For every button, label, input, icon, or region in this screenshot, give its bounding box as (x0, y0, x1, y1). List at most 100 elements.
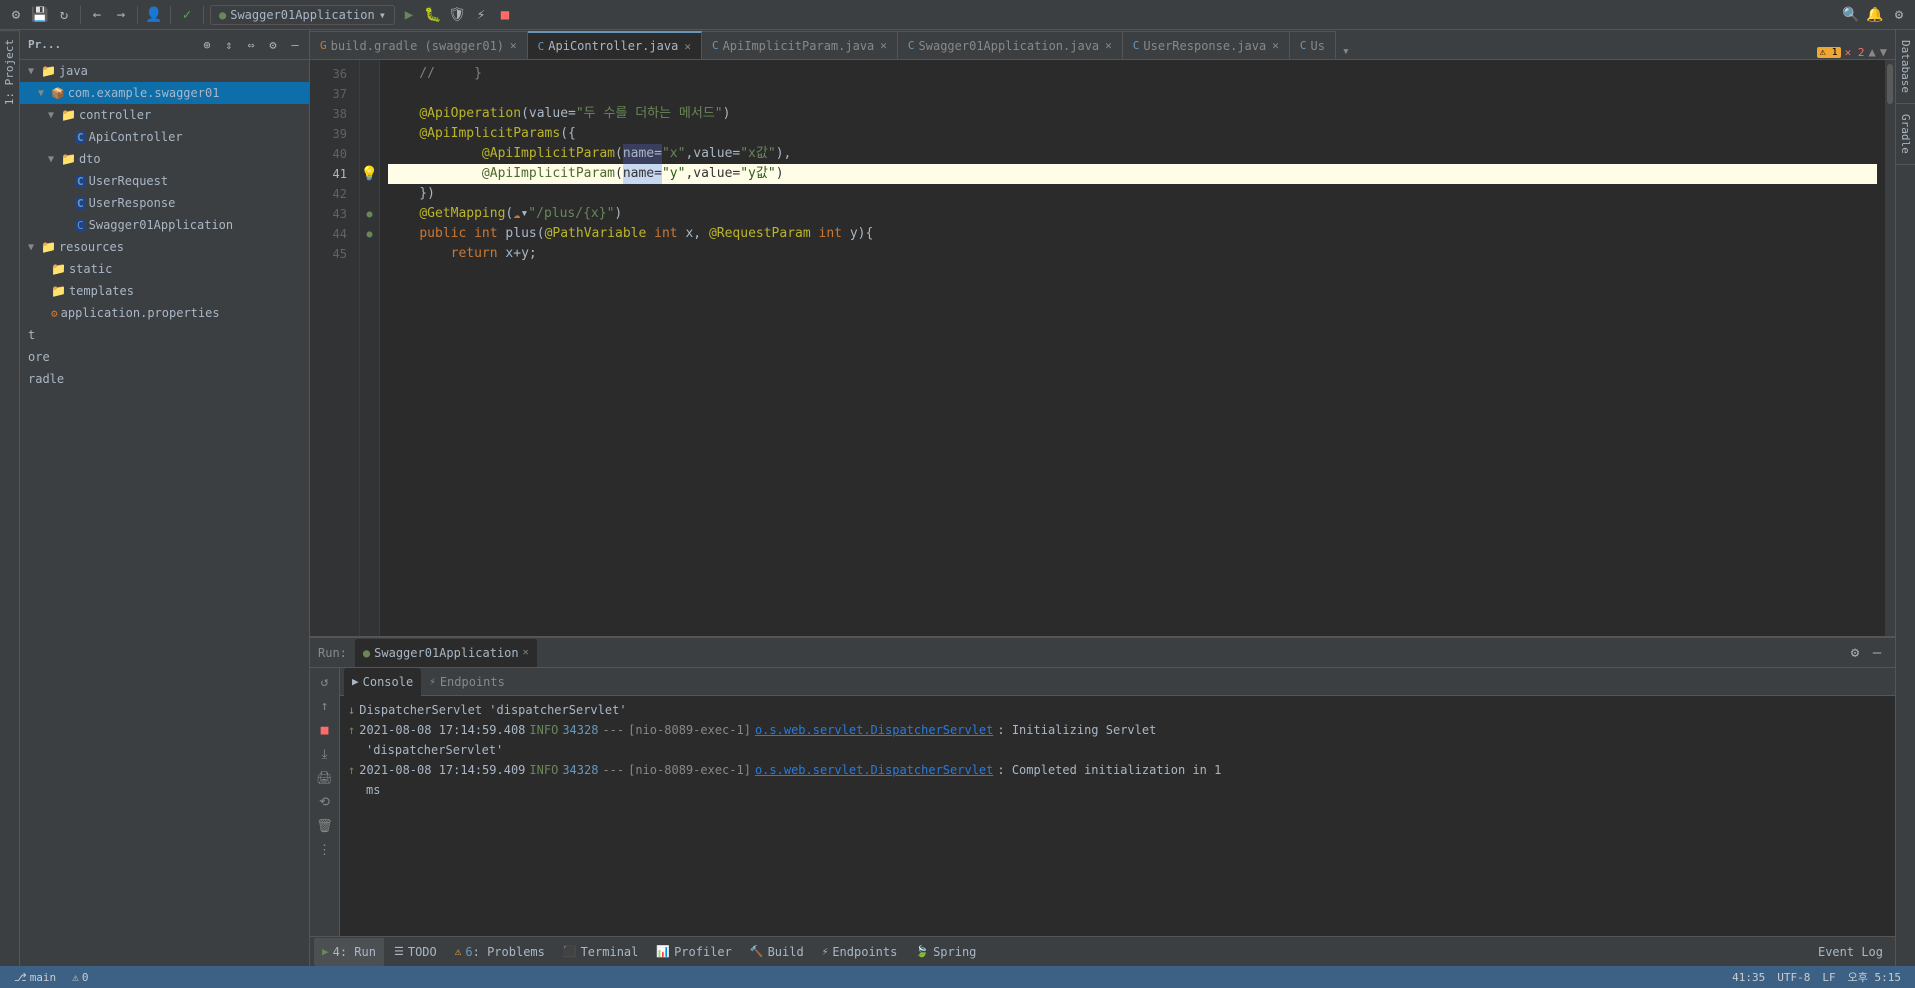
tab-apiimplicitparam[interactable]: C ApiImplicitParam.java ✕ (702, 31, 898, 59)
status-warnings[interactable]: ⚠ 0 (66, 966, 94, 988)
status-encoding[interactable]: UTF-8 (1771, 971, 1816, 984)
run-tab-label: Swagger01Application (374, 646, 519, 660)
scroll-up-icon[interactable]: ↑ (315, 696, 335, 716)
trash-icon[interactable]: 🗑 (315, 816, 335, 836)
gutter-42 (360, 184, 379, 204)
console-line-5: ms (348, 780, 1887, 800)
tab-apicontroller[interactable]: C ApiController.java ✕ (528, 31, 702, 59)
tool-tab-terminal[interactable]: ⬛ Terminal (555, 938, 647, 966)
tool-tab-endpoints[interactable]: ⚡ Endpoints (814, 938, 906, 966)
run-icon[interactable]: ▶ (399, 5, 419, 25)
tree-item-userrequest[interactable]: C UserRequest (20, 170, 309, 192)
coverage-icon[interactable]: 🛡 (447, 5, 467, 25)
tool-tab-run[interactable]: ▶ 4: Run (314, 938, 384, 966)
project-close-icon[interactable]: — (285, 35, 305, 55)
console-tab-label: Console (363, 675, 414, 689)
more-tabs-button[interactable]: ▾ (1336, 44, 1356, 59)
run-config-selector[interactable]: ● Swagger01Application ▾ (210, 5, 395, 25)
search-icon[interactable]: 🔍 (1841, 5, 1861, 25)
tree-item-java[interactable]: ▼ 📁 java (20, 60, 309, 82)
back-icon[interactable]: ← (87, 5, 107, 25)
status-position[interactable]: 41:35 (1726, 971, 1771, 984)
tool-tab-eventlog[interactable]: Event Log (1810, 938, 1891, 966)
nav-up-icon[interactable]: ▲ (1869, 45, 1876, 59)
tree-item-package[interactable]: ▼ 📦 com.example.swagger01 (20, 82, 309, 104)
restart-icon[interactable]: ↺ (315, 672, 335, 692)
tree-item-app-properties[interactable]: ⚙ application.properties (20, 302, 309, 324)
tree-item-templates[interactable]: 📁 templates (20, 280, 309, 302)
tab-build-gradle[interactable]: G build.gradle (swagger01) ✕ (310, 31, 528, 59)
tool-tab-profiler[interactable]: 📊 Profiler (648, 938, 740, 966)
line-num-36: 36 (310, 64, 353, 84)
tab-close-apicontroller[interactable]: ✕ (684, 40, 691, 53)
tree-item-static[interactable]: 📁 static (20, 258, 309, 280)
tree-item-ore[interactable]: ore (20, 346, 309, 368)
spring-icon: 🍃 (915, 945, 929, 958)
settings-icon[interactable]: ⚙ (1889, 5, 1909, 25)
build-icon[interactable]: ⚙ (6, 5, 26, 25)
endpoints-icon: ⚡ (429, 675, 436, 688)
more-icon[interactable]: ⋮ (315, 840, 335, 860)
tab-swagger01app[interactable]: C Swagger01Application.java ✕ (898, 31, 1123, 59)
right-side-tabs: Database Gradle (1895, 30, 1915, 966)
tree-item-t[interactable]: t (20, 324, 309, 346)
tab-us[interactable]: C Us (1290, 31, 1336, 59)
editor-scrollbar[interactable] (1885, 60, 1895, 636)
code-content[interactable]: // } @ApiOperation (value= "두 수를 더하는 메서드… (380, 60, 1885, 636)
minimize-icon[interactable]: — (1867, 643, 1887, 663)
user-icon[interactable]: 👤 (144, 5, 164, 25)
tool-tab-todo[interactable]: ☰ TODO (386, 938, 445, 966)
status-linefeed[interactable]: LF (1816, 971, 1841, 984)
scroll-to-end-icon[interactable]: ⤓ (315, 744, 335, 764)
project-locate-icon[interactable]: ⊕ (197, 35, 217, 55)
debug-icon[interactable]: 🐛 (423, 5, 443, 25)
vcs-icon[interactable]: ✓ (177, 5, 197, 25)
tree-item-apicontroller[interactable]: C ApiController (20, 126, 309, 148)
tree-item-dto[interactable]: ▼ 📁 dto (20, 148, 309, 170)
gutter-43: ● (360, 204, 379, 224)
soft-wrap-icon[interactable]: ⟲ (315, 792, 335, 812)
tree-item-resources[interactable]: ▼ 📁 resources (20, 236, 309, 258)
run-tab-close[interactable]: ✕ (523, 647, 529, 658)
run-tab-swagger01app[interactable]: ● Swagger01Application ✕ (355, 639, 537, 667)
tool-tab-build[interactable]: 🔨 Build (742, 938, 812, 966)
stop-icon[interactable]: ■ (315, 720, 335, 740)
nav-down-icon[interactable]: ▼ (1880, 45, 1887, 59)
sync-icon[interactable]: ↻ (54, 5, 74, 25)
package-icon: 📦 (51, 87, 65, 100)
tree-item-userresponse[interactable]: C UserResponse (20, 192, 309, 214)
notification-icon[interactable]: 🔔 (1865, 5, 1885, 25)
tab-close-swagger01app[interactable]: ✕ (1105, 39, 1112, 52)
tab-close-apiimplicitparam[interactable]: ✕ (880, 39, 887, 52)
project-gear-icon[interactable]: ⚙ (263, 35, 283, 55)
tool-tab-problems[interactable]: ⚠ 6: Problems (447, 938, 553, 966)
right-tab-database[interactable]: Database (1896, 30, 1915, 104)
right-tab-gradle[interactable]: Gradle (1896, 104, 1915, 165)
tree-item-radle[interactable]: radle (20, 368, 309, 390)
tab-close-build[interactable]: ✕ (510, 39, 517, 52)
sidebar-item-project[interactable]: 1: Project (0, 30, 19, 113)
tab-userresponse[interactable]: C UserResponse.java ✕ (1123, 31, 1290, 59)
print-icon[interactable]: 🖨 (315, 768, 335, 788)
tree-item-controller[interactable]: ▼ 📁 controller (20, 104, 309, 126)
console-subtab-endpoints[interactable]: ⚡ Endpoints (421, 668, 513, 696)
console-subtab-console[interactable]: ▶ Console (344, 668, 421, 696)
project-expand-icon[interactable]: ⇔ (241, 35, 261, 55)
status-vcs[interactable]: ⎇ main (8, 966, 62, 988)
tree-label: ApiController (89, 130, 183, 144)
tab-close-userresponse[interactable]: ✕ (1272, 39, 1279, 52)
forward-icon[interactable]: → (111, 5, 131, 25)
save-icon[interactable]: 💾 (30, 5, 50, 25)
tree-label: controller (79, 108, 151, 122)
vcs-icon: ⎇ (14, 971, 27, 984)
project-scroll-icon[interactable]: ⇕ (219, 35, 239, 55)
folder-icon: 📁 (41, 64, 56, 78)
tree-item-swagger01app[interactable]: C Swagger01Application (20, 214, 309, 236)
tool-tab-spring[interactable]: 🍃 Spring (907, 938, 984, 966)
tree-label: application.properties (61, 306, 220, 320)
settings-icon[interactable]: ⚙ (1845, 643, 1865, 663)
stop-icon[interactable]: ■ (495, 5, 515, 25)
tree-arrow: ▼ (48, 154, 58, 165)
profile-icon[interactable]: ⚡ (471, 5, 491, 25)
java-icon: C (908, 39, 915, 52)
